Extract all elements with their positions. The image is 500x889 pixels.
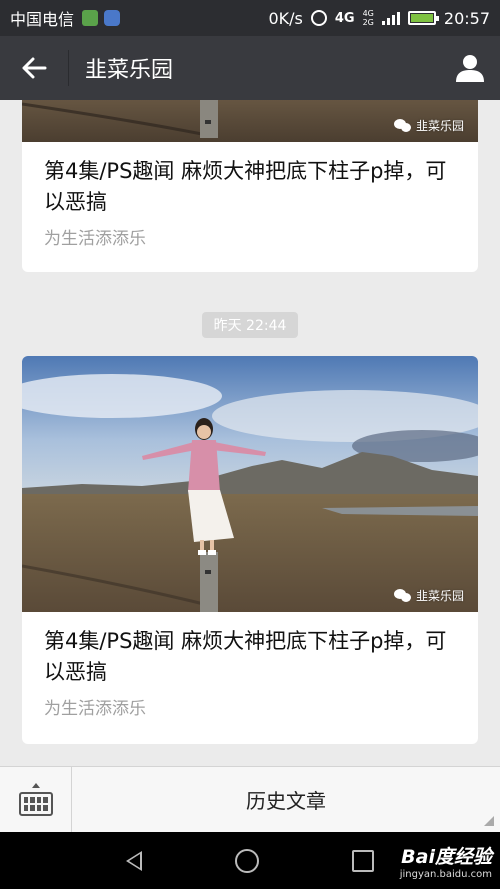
bottom-menu-bar: 历史文章 [0,766,500,832]
profile-button[interactable] [440,36,500,100]
keyboard-icon [18,792,53,816]
keyboard-toggle-button[interactable] [0,767,72,832]
article-title: 第4集/PS趣闻 麻烦大神把底下柱子p掉，可以恶搞 [44,159,447,214]
article-cover-image: 韭菜乐园 [22,100,478,142]
status-bar: 中国电信 0K/s 4G 4G 2G 20:57 [0,0,500,36]
brand-name: Bai度经验 [401,846,492,868]
carrier-label: 中国电信 [10,10,75,29]
submenu-corner-icon [484,816,494,826]
article-title: 第4集/PS趣闻 麻烦大神把底下柱子p掉，可以恶搞 [44,629,447,684]
history-articles-label: 历史文章 [246,789,326,813]
nav-home-icon[interactable] [234,848,259,873]
title-bar: 韭菜乐园 [0,36,500,100]
brand-url: jingyan.baidu.com [399,869,492,880]
woman-on-post-photo [22,356,478,612]
signal-icon [381,11,400,25]
message-timestamp: 昨天 22:44 [202,312,298,338]
network-type: 4G [334,10,355,26]
nav-recent-icon[interactable] [351,849,374,872]
baidu-jingyan-logo: Bai度经验 jingyan.baidu.com [400,842,492,880]
wechat-icon [393,588,412,603]
article-feed[interactable]: 韭菜乐园 第4集/PS趣闻 麻烦大神把底下柱子p掉，可以恶搞 为生活添添乐 昨天… [0,100,500,766]
user-icon [456,55,484,82]
alarm-icon [310,10,327,26]
article-watermark: 韭菜乐园 [393,587,464,604]
clock: 20:57 [443,8,490,28]
history-articles-menu[interactable]: 历史文章 [72,767,500,832]
network-speed: 0K/s [268,8,303,28]
nav-back-icon[interactable] [126,850,143,871]
article-subtitle: 为生活添添乐 [44,699,146,719]
article-card[interactable]: 韭菜乐园 第4集/PS趣闻 麻烦大神把底下柱子p掉，可以恶搞 为生活添添乐 [22,100,478,272]
system-nav-bar: Bai度经验 jingyan.baidu.com [0,832,500,889]
article-cover-image: 韭菜乐园 [22,356,478,612]
arrow-left-icon [22,57,47,79]
article-subtitle: 为生活添添乐 [44,229,146,249]
notification-app-icon [82,10,99,26]
back-button[interactable] [0,36,68,100]
article-watermark: 韭菜乐园 [393,117,464,134]
battery-icon [407,11,439,25]
caret-up-icon [31,783,40,788]
article-card[interactable]: 韭菜乐园 第4集/PS趣闻 麻烦大神把底下柱子p掉，可以恶搞 为生活添添乐 [22,356,478,744]
notification-browser-icon [104,10,121,26]
title-divider [68,50,69,86]
wechat-icon [393,118,412,133]
network-secondary: 4G 2G [362,9,374,27]
page-title: 韭菜乐园 [85,58,174,83]
